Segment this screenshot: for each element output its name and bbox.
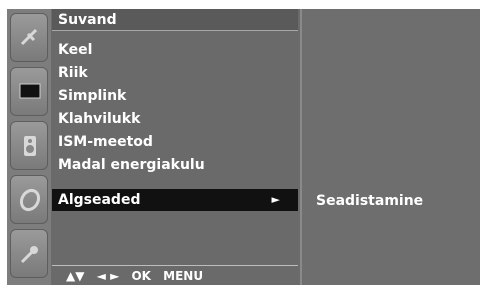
osd-window: Suvand Keel Riik Simplink Klahvilukk ISM… [7, 9, 480, 285]
menu-item-low-power[interactable]: Madal energiakulu [52, 154, 298, 176]
time-tab[interactable] [10, 175, 48, 224]
menu-item-factory-reset[interactable]: Algseaded ► [52, 189, 298, 211]
monitor-icon [19, 83, 41, 99]
audio-tab[interactable] [10, 121, 48, 170]
menu-item-label: Simplink [58, 88, 127, 104]
category-icon-column [7, 9, 51, 285]
menu-item-ism-method[interactable]: ISM-meetod [52, 131, 298, 153]
menu-title: Suvand [52, 9, 298, 31]
submenu-item-setup[interactable]: Seadistamine [316, 190, 423, 212]
wrench-icon [20, 246, 38, 264]
menu-item-label: Riik [58, 65, 88, 81]
picture-tab[interactable] [10, 67, 48, 116]
menu-item-label: Algseaded [58, 192, 141, 208]
menu-item-language[interactable]: Keel [52, 39, 298, 61]
setup-tab[interactable] [10, 13, 48, 62]
navigation-hint: ▲▼ ◄ ► OK MENU [52, 267, 298, 285]
menu-item-label: Madal energiakulu [58, 157, 205, 173]
menu-item-key-lock[interactable]: Klahvilukk [52, 108, 298, 130]
leftright-arrows-icon: ◄ ► [96, 269, 120, 283]
menu-item-simplink[interactable]: Simplink [52, 85, 298, 107]
menu-item-country[interactable]: Riik [52, 62, 298, 84]
option-menu: Suvand Keel Riik Simplink Klahvilukk ISM… [52, 9, 298, 285]
menu-item-label: Klahvilukk [58, 111, 141, 127]
submenu-arrow-icon: ► [271, 193, 280, 206]
speaker-icon [24, 136, 36, 156]
option-tab[interactable] [10, 229, 48, 278]
submenu-panel: Seadistamine [300, 9, 480, 285]
footer-divider [52, 265, 298, 266]
menu-item-label: ISM-meetod [58, 134, 153, 150]
ok-hint: OK [131, 269, 151, 283]
clock-icon [19, 188, 41, 212]
menu-item-label: Keel [58, 42, 93, 58]
updown-arrows-icon: ▲▼ [66, 269, 85, 283]
satellite-icon [20, 28, 38, 46]
menu-hint: MENU [163, 269, 204, 283]
